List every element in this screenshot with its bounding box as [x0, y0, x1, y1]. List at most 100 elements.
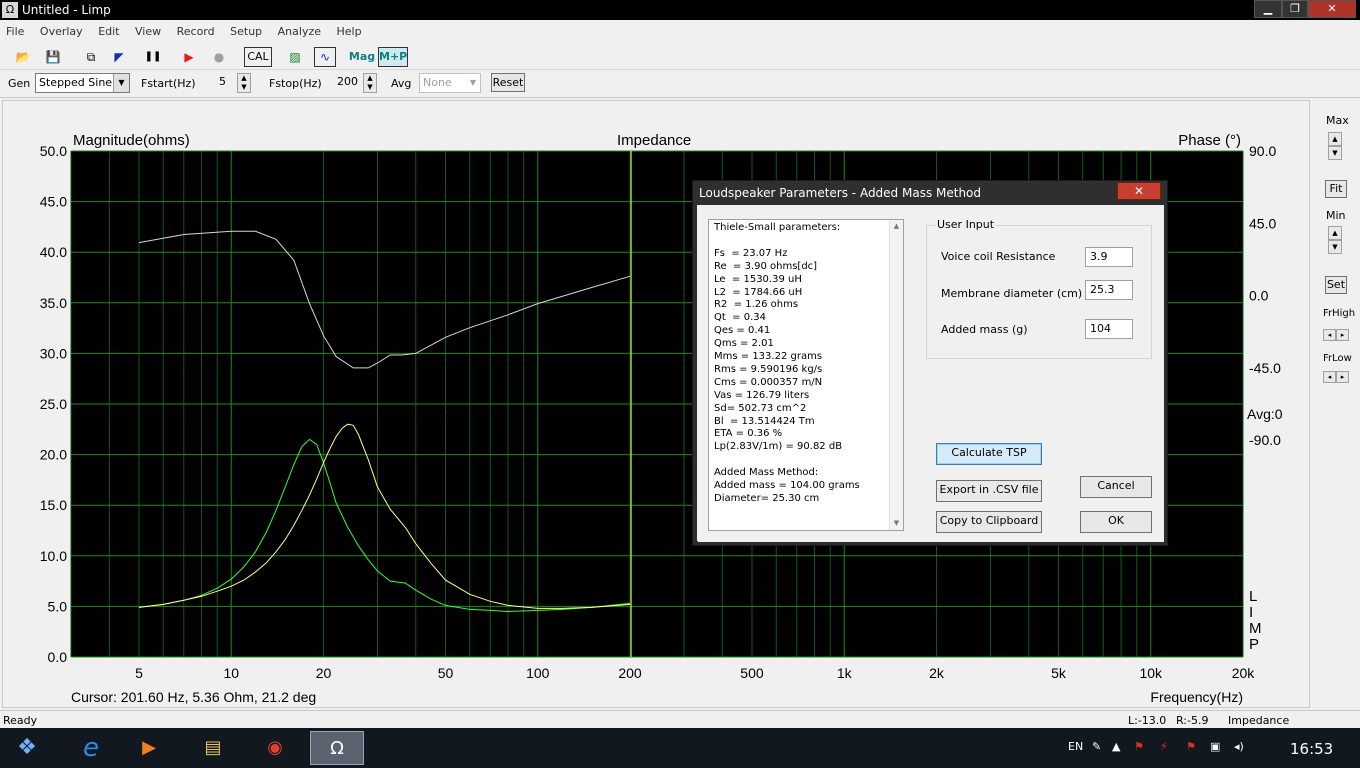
max-up-icon[interactable]: ▲: [1328, 132, 1342, 146]
y2-tick-label: 45.0: [1249, 215, 1276, 231]
min-down-icon[interactable]: ▼: [1328, 240, 1342, 254]
tsp-line: R2 = 1.26 ohms: [714, 299, 799, 311]
tray-network-icon[interactable]: ▣: [1210, 740, 1220, 753]
limp-taskbar-icon[interactable]: Ω: [310, 731, 364, 765]
x-tick-label: 200: [618, 665, 642, 681]
tsp-line: Rms = 9.590196 kg/s: [714, 363, 823, 375]
loudspeaker-parameters-dialog: Loudspeaker Parameters - Added Mass Meth…: [692, 180, 1168, 546]
close-icon[interactable]: ✕: [1308, 0, 1356, 18]
ok-button[interactable]: OK: [1080, 511, 1152, 533]
mp-button[interactable]: M+P: [378, 47, 408, 67]
spin-down-icon[interactable]: ▼: [241, 83, 246, 91]
fstart-input[interactable]: 5: [192, 73, 236, 93]
x-axis-label: Frequency(Hz): [1150, 689, 1243, 705]
dialog-close-icon[interactable]: ✕: [1117, 182, 1161, 200]
spin-up-icon[interactable]: ▲: [367, 74, 372, 82]
window-title: Untitled - Limp: [22, 3, 111, 17]
side-letter: L: [1249, 588, 1257, 605]
frhigh-left-icon[interactable]: ◂: [1323, 329, 1336, 341]
menu-analyze[interactable]: Analyze: [272, 22, 327, 41]
copy-clipboard-button[interactable]: Copy to Clipboard: [936, 511, 1042, 533]
start-button-icon[interactable]: ❖: [2, 731, 52, 765]
file-explorer-icon[interactable]: ▤: [188, 731, 238, 765]
added-mass-input[interactable]: 104: [1085, 319, 1133, 339]
set-button[interactable]: Set: [1325, 276, 1347, 294]
spin-up-icon[interactable]: ▲: [241, 74, 246, 82]
avg-select[interactable]: None ▼: [419, 73, 481, 93]
media-player-icon[interactable]: ▶: [124, 731, 174, 765]
record-icon[interactable]: ▶: [178, 47, 200, 67]
chevron-down-icon[interactable]: ▼: [113, 74, 129, 92]
avg-readout: Avg:0: [1247, 406, 1283, 422]
cal-button[interactable]: CAL: [244, 47, 272, 67]
filter-icon[interactable]: ▨: [284, 47, 306, 67]
fit-button[interactable]: Fit: [1325, 180, 1347, 198]
mag-button[interactable]: Mag: [348, 47, 376, 67]
menu-help[interactable]: Help: [331, 22, 368, 41]
chevron-down-icon[interactable]: ▼: [466, 74, 480, 92]
x-tick-label: 10: [223, 665, 239, 681]
spin-down-icon[interactable]: ▼: [367, 83, 372, 91]
chrome-icon[interactable]: ◉: [250, 731, 300, 765]
status-text: Ready: [3, 714, 38, 727]
dialog-body: Thiele-Small parameters: Fs = 23.07 Hz Re …: [698, 205, 1164, 542]
fstop-spinner[interactable]: ▲ ▼: [363, 73, 377, 93]
voice-coil-input[interactable]: 3.9: [1085, 247, 1133, 267]
min-up-icon[interactable]: ▲: [1328, 226, 1342, 240]
tray-pdf-icon[interactable]: ⚑: [1134, 740, 1144, 753]
fstart-spinner[interactable]: ▲ ▼: [237, 73, 251, 93]
tsp-line: Added mass = 104.00 grams: [714, 480, 860, 492]
wave-icon[interactable]: ∿: [314, 47, 336, 67]
tray-flag-icon[interactable]: ⚑: [1186, 740, 1196, 753]
export-csv-button[interactable]: Export in .CSV file: [936, 480, 1042, 502]
y-tick-label: 10.0: [40, 548, 67, 564]
membrane-input[interactable]: 25.3: [1085, 280, 1133, 300]
x-tick-label: 20k: [1232, 665, 1256, 681]
language-indicator[interactable]: EN: [1068, 740, 1083, 753]
tray-show-hidden-icon[interactable]: ▲: [1112, 740, 1120, 753]
menu-file[interactable]: File: [0, 22, 30, 41]
frlow-left-icon[interactable]: ◂: [1323, 371, 1336, 383]
tray-power-icon[interactable]: ⚡: [1160, 740, 1168, 753]
tray-volume-icon[interactable]: ◂): [1234, 740, 1244, 753]
cursor-readout: Cursor: 201.60 Hz, 5.36 Ohm, 21.2 deg: [71, 689, 316, 705]
fstop-input[interactable]: 200: [318, 73, 362, 93]
min-label: Min: [1326, 209, 1346, 222]
tsp-scrollbar[interactable]: ▲ ▼: [889, 220, 903, 530]
stop-icon[interactable]: ●: [208, 47, 230, 67]
clock[interactable]: 16:53: [1290, 740, 1333, 758]
reset-button[interactable]: Reset: [491, 73, 525, 92]
frhigh-right-icon[interactable]: ▸: [1336, 329, 1349, 341]
maximize-icon[interactable]: ❐: [1282, 0, 1308, 18]
title-bar: Ω Untitled - Limp ▁ ❐ ✕: [0, 0, 1360, 20]
x-tick-label: 50: [438, 665, 454, 681]
menu-overlay[interactable]: Overlay: [34, 22, 89, 41]
cancel-button[interactable]: Cancel: [1080, 476, 1152, 498]
x-tick-label: 10k: [1139, 665, 1163, 681]
open-icon[interactable]: 📂: [12, 47, 34, 67]
max-down-icon[interactable]: ▼: [1328, 146, 1342, 160]
save-icon[interactable]: 💾: [42, 47, 64, 67]
menu-edit[interactable]: Edit: [92, 22, 125, 41]
internet-explorer-icon[interactable]: e: [66, 731, 116, 765]
tsp-line: Bl = 13.514424 Tm: [714, 415, 815, 427]
gen-select[interactable]: Stepped Sine ▼: [35, 73, 130, 93]
tray-pen-icon[interactable]: ✎: [1092, 740, 1101, 753]
calculate-tsp-button[interactable]: Calculate TSP: [936, 443, 1042, 465]
cursor-icon[interactable]: ◤: [108, 47, 130, 67]
scroll-up-icon[interactable]: ▲: [890, 220, 903, 233]
minimize-icon[interactable]: ▁: [1254, 0, 1282, 18]
app-icon[interactable]: Ω: [2, 2, 18, 18]
tsp-results-textbox[interactable]: Thiele-Small parameters: Fs = 23.07 Hz Re …: [708, 219, 904, 531]
tsp-line: Cms = 0.000357 m/N: [714, 376, 823, 388]
menu-bar: File Overlay Edit View Record Setup Anal…: [0, 22, 1360, 42]
menu-record[interactable]: Record: [171, 22, 221, 41]
x-tick-label: 2k: [929, 665, 945, 681]
menu-setup[interactable]: Setup: [224, 22, 268, 41]
scroll-down-icon[interactable]: ▼: [890, 517, 903, 530]
copy-icon[interactable]: ⧉: [80, 47, 102, 67]
side-letter: I: [1249, 604, 1253, 621]
frlow-right-icon[interactable]: ▸: [1336, 371, 1349, 383]
menu-view[interactable]: View: [129, 22, 167, 41]
pause-icon[interactable]: ❚❚: [142, 47, 164, 67]
